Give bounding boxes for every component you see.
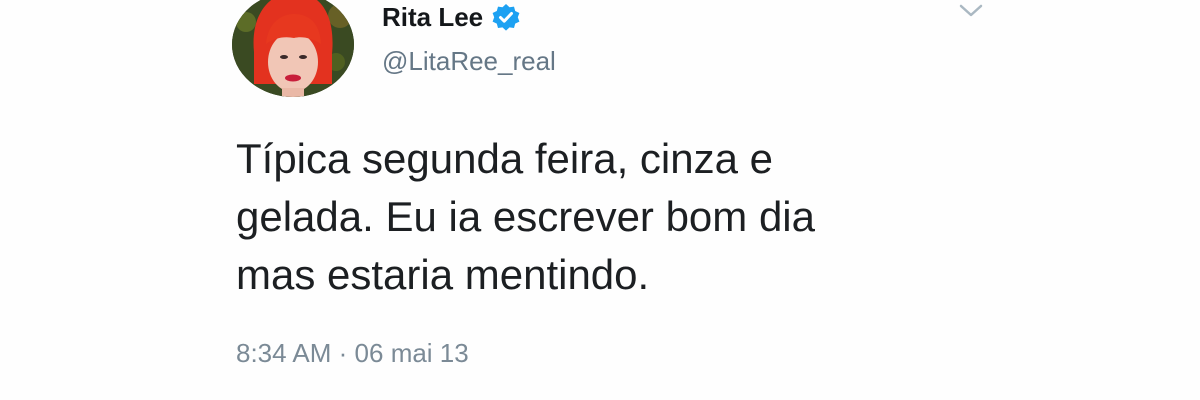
tweet-timestamp[interactable]: 8:34 AM · 06 mai 13 bbox=[236, 338, 469, 369]
verified-badge-icon bbox=[491, 3, 521, 33]
tweet-text-line: Típica segunda feira, cinza e bbox=[236, 135, 773, 182]
tweet-text-line: mas estaria mentindo. bbox=[236, 251, 650, 298]
tweet-text-line: gelada. Eu ia escrever bom dia bbox=[236, 193, 815, 240]
tweet-card: Rita Lee @LitaRee_real Típica segunda fe… bbox=[0, 0, 1200, 400]
display-name-text[interactable]: Rita Lee bbox=[382, 2, 483, 33]
chevron-down-icon[interactable] bbox=[956, 0, 986, 22]
user-handle[interactable]: @LitaRee_real bbox=[382, 46, 556, 77]
avatar-image bbox=[232, 0, 354, 97]
display-name[interactable]: Rita Lee bbox=[382, 2, 521, 33]
tweet-date[interactable]: 06 mai 13 bbox=[355, 338, 469, 368]
tweet-text: Típica segunda feira, cinza e gelada. Eu… bbox=[236, 130, 996, 304]
meta-separator: · bbox=[338, 338, 348, 368]
profile-avatar[interactable] bbox=[232, 0, 354, 97]
tweet-time[interactable]: 8:34 AM bbox=[236, 338, 331, 368]
